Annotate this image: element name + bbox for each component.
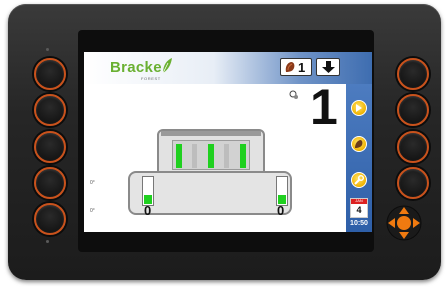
counter-value: 1 [298, 60, 306, 75]
head-top-bar [161, 131, 261, 136]
stump-icon[interactable] [351, 136, 367, 152]
left-angle-bottom: 0° [90, 208, 95, 214]
calendar-month: JAN [355, 198, 363, 203]
wrench-icon[interactable] [351, 172, 367, 188]
status-led [46, 240, 49, 243]
right-button-1[interactable] [397, 58, 429, 90]
right-button-2[interactable] [397, 94, 429, 126]
calendar-header: JAN [351, 198, 367, 204]
directional-pad-icon[interactable] [386, 205, 422, 241]
calendar-day: 4 [356, 205, 362, 215]
nozzle-slot [224, 144, 229, 168]
sensor-icon [289, 90, 298, 99]
active-count: 1 [310, 79, 338, 135]
status-led [46, 48, 49, 51]
right-level-gauge [276, 176, 288, 206]
right-wheel-value: 0 [277, 203, 285, 218]
down-arrow-icon [322, 61, 335, 73]
brand-subtitle: FOREST [141, 76, 161, 81]
leaf-logo-icon [162, 58, 172, 74]
forward-icon[interactable] [351, 100, 367, 116]
left-button-1[interactable] [34, 58, 66, 90]
right-button-4[interactable] [397, 167, 429, 199]
display-screen: Bracke FOREST 1 1 0 0 0° 0° JAN 4 10:50 [84, 52, 372, 232]
calendar-icon: JAN 4 [350, 198, 368, 218]
left-level-gauge [142, 176, 154, 206]
right-button-3[interactable] [397, 131, 429, 163]
brand-logo: Bracke [110, 59, 162, 76]
left-angle-top: 0° [90, 180, 95, 186]
lower-button[interactable] [316, 58, 340, 76]
left-button-3[interactable] [34, 131, 66, 163]
left-button-5[interactable] [34, 203, 66, 235]
clock-time: 10:50 [350, 220, 368, 227]
stump-brush-icon [285, 62, 295, 72]
nozzle-indicator-1 [176, 144, 182, 168]
nozzle-indicator-2 [208, 144, 214, 168]
left-wheel-value: 0 [144, 203, 152, 218]
left-button-2[interactable] [34, 94, 66, 126]
left-button-4[interactable] [34, 167, 66, 199]
nozzle-slot [192, 144, 197, 168]
function-sidebar: JAN 4 10:50 [346, 84, 372, 232]
nozzle-indicator-3 [240, 144, 246, 168]
brush-counter-button[interactable]: 1 [280, 58, 312, 76]
